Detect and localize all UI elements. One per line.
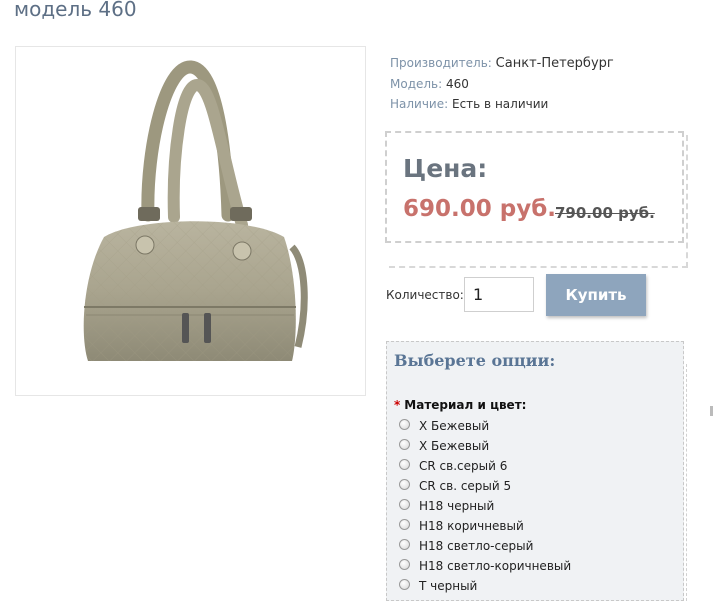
- buy-button[interactable]: Купить: [546, 274, 646, 316]
- price-label: Цена:: [403, 154, 488, 183]
- option-item[interactable]: Н18 светло-серый: [399, 536, 571, 556]
- option-group-text: Материал и цвет:: [404, 398, 527, 412]
- handbag-image: [83, 60, 308, 361]
- model-label: Модель:: [390, 77, 443, 91]
- option-label[interactable]: Н18 черный: [419, 499, 494, 513]
- radio-button[interactable]: [399, 539, 410, 550]
- option-item[interactable]: CR св. серый 5: [399, 476, 571, 496]
- radio-button[interactable]: [399, 419, 410, 430]
- option-item[interactable]: CR св.серый 6: [399, 456, 571, 476]
- radio-button[interactable]: [399, 479, 410, 490]
- option-item[interactable]: Н18 коричневый: [399, 516, 571, 536]
- price-old: 790.00 руб.: [555, 204, 655, 222]
- radio-button[interactable]: [399, 439, 410, 450]
- model-value: 460: [446, 77, 469, 91]
- option-list: Х Бежевый Х Бежевый CR св.серый 6 CR св.…: [399, 416, 571, 596]
- option-label[interactable]: Т черный: [419, 579, 477, 593]
- model-row: Модель: 460: [390, 74, 614, 94]
- scrollbar-thumb[interactable]: [710, 406, 713, 416]
- option-item[interactable]: Н18 черный: [399, 496, 571, 516]
- radio-button[interactable]: [399, 499, 410, 510]
- option-label[interactable]: Х Бежевый: [419, 419, 489, 433]
- required-mark: *: [394, 398, 401, 412]
- availability-label: Наличие:: [390, 97, 449, 111]
- price-current: 690.00 руб.: [403, 196, 557, 222]
- option-label[interactable]: CR св. серый 5: [419, 479, 511, 493]
- radio-button[interactable]: [399, 579, 410, 590]
- radio-button[interactable]: [399, 519, 410, 530]
- product-info: Производитель: Санкт-Петербург Модель: 4…: [390, 53, 614, 114]
- options-title: Выберете опции:: [394, 351, 556, 370]
- product-title: модель 460: [14, 0, 137, 21]
- option-label[interactable]: Н18 светло-коричневый: [419, 559, 571, 573]
- option-item[interactable]: Н18 светло-коричневый: [399, 556, 571, 576]
- quantity-label: Количество:: [386, 288, 464, 302]
- option-label[interactable]: Н18 коричневый: [419, 519, 524, 533]
- option-item[interactable]: Х Бежевый: [399, 416, 571, 436]
- radio-button[interactable]: [399, 459, 410, 470]
- options-box-shadow: [686, 364, 692, 601]
- maker-value[interactable]: Санкт-Петербург: [496, 56, 614, 71]
- option-label[interactable]: CR св.серый 6: [419, 459, 507, 473]
- option-label[interactable]: Х Бежевый: [419, 439, 489, 453]
- maker-label: Производитель:: [390, 56, 492, 70]
- option-item[interactable]: Х Бежевый: [399, 436, 571, 456]
- maker-row: Производитель: Санкт-Петербург: [390, 53, 614, 74]
- quantity-input[interactable]: [464, 277, 534, 312]
- option-group-label: * Материал и цвет:: [394, 398, 526, 412]
- availability-value: Есть в наличии: [452, 97, 549, 111]
- option-item[interactable]: Т черный: [399, 576, 571, 596]
- option-label[interactable]: Н18 светло-серый: [419, 539, 533, 553]
- availability-row: Наличие: Есть в наличии: [390, 94, 614, 114]
- product-image[interactable]: [15, 46, 366, 396]
- price-box: [385, 131, 684, 243]
- radio-button[interactable]: [399, 559, 410, 570]
